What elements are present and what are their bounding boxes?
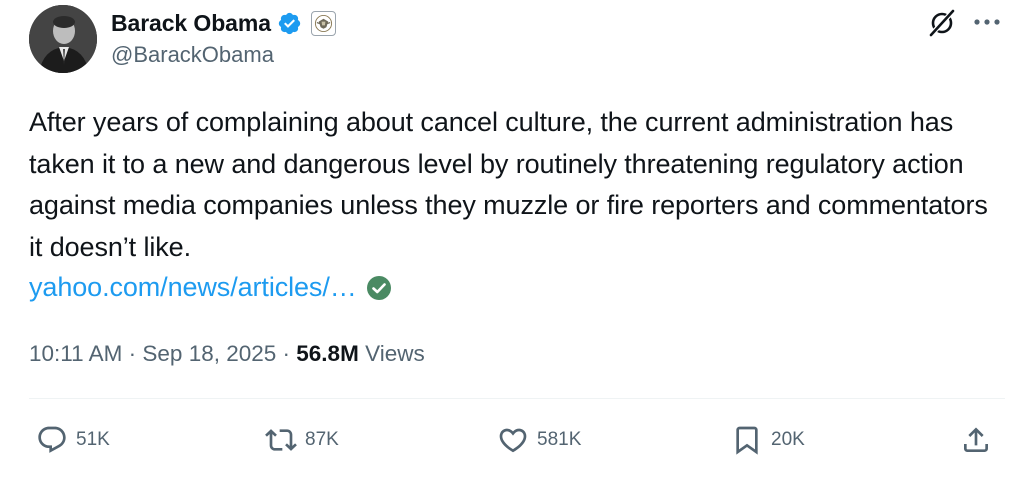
meta-separator: · [122, 341, 143, 366]
tweet-time[interactable]: 10:11 AM [29, 341, 122, 367]
avatar[interactable] [29, 5, 97, 73]
author-name[interactable]: Barack Obama [111, 10, 271, 37]
more-icon[interactable] [972, 9, 1002, 35]
views-label: Views [365, 341, 425, 366]
views-count: 56.8M [296, 341, 359, 366]
verified-badge-icon[interactable] [277, 11, 302, 36]
grok-icon[interactable] [926, 7, 958, 39]
author-handle[interactable]: @BarackObama [111, 42, 274, 68]
tweet-text: After years of complaining about cancel … [29, 107, 988, 262]
repost-count: 87K [305, 429, 339, 450]
like-count: 581K [537, 429, 582, 450]
bookmark-count: 20K [771, 429, 805, 450]
divider [29, 398, 1005, 399]
like-button[interactable]: 581K [497, 423, 581, 457]
tweet-meta: 10:11 AM · Sep 18, 2025 · 56.8M Views [29, 338, 425, 370]
check-circle-icon [366, 275, 391, 300]
bookmark-icon [736, 426, 758, 455]
meta-separator: · [276, 341, 297, 366]
bookmark-button[interactable]: 20K [731, 423, 805, 457]
tweet-card: Barack Obama @BarackObama After years of… [0, 0, 1024, 477]
tweet-date[interactable]: Sep 18, 2025 [142, 341, 276, 367]
avatar-image [29, 5, 97, 73]
reply-icon [38, 426, 66, 453]
tweet-link[interactable]: yahoo.com/news/articles/… [29, 272, 357, 303]
reply-count: 51K [76, 429, 110, 450]
government-seal-icon[interactable] [310, 10, 336, 36]
share-icon [964, 427, 988, 452]
author-name-row: Barack Obama [111, 7, 336, 39]
reply-button[interactable]: 51K [36, 423, 110, 457]
share-button[interactable] [960, 423, 992, 457]
repost-button[interactable]: 87K [265, 423, 339, 457]
tweet-link-row: yahoo.com/news/articles/… [29, 267, 392, 308]
like-icon [499, 428, 527, 453]
repost-icon [265, 429, 297, 451]
